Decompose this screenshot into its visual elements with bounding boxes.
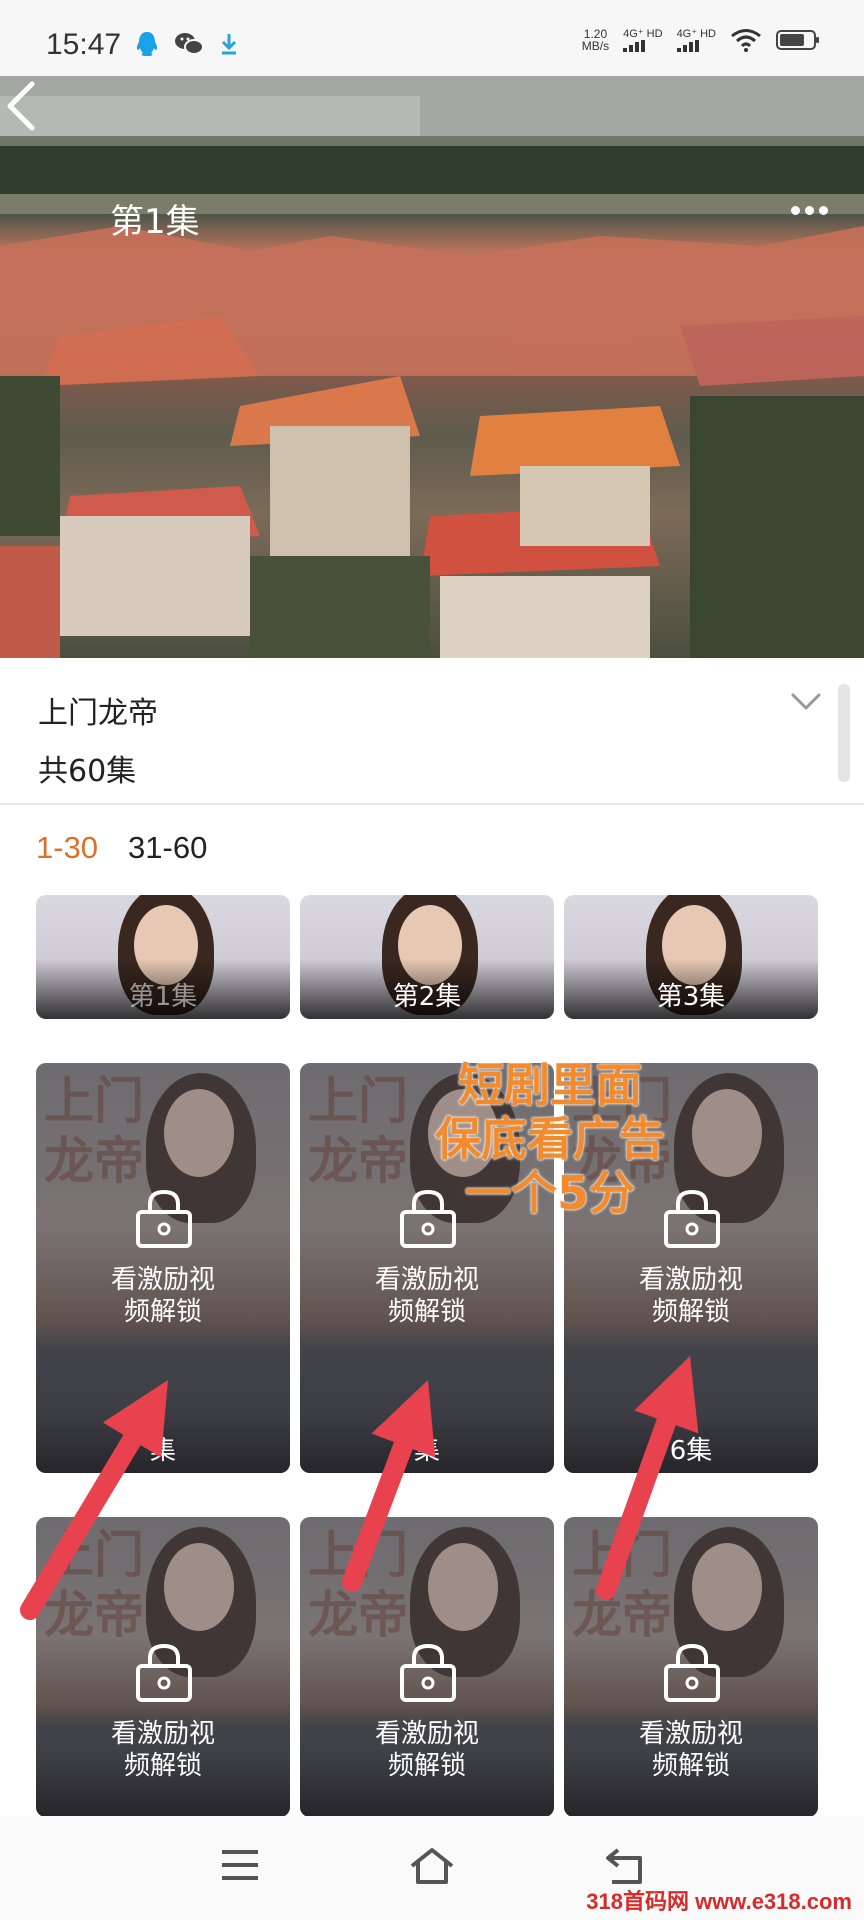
unlock-hint-line-1: 看激励视 xyxy=(110,1265,215,1295)
lock-icon xyxy=(136,1643,192,1702)
chevron-down-icon[interactable] xyxy=(790,692,822,712)
status-time: 15:47 xyxy=(46,28,122,61)
signal-bars-icon xyxy=(623,40,646,52)
scrollbar[interactable] xyxy=(838,684,850,782)
unlock-hint-line-1: 看激励视 xyxy=(110,1719,215,1749)
episode-label: 6集 xyxy=(669,1436,713,1466)
status-bar: 15:47 1.20 MB/s 4G⁺ HD 4G⁺ HD xyxy=(0,0,864,76)
signal-bars-icon xyxy=(676,40,699,52)
unlock-hint-line-2: 频解锁 xyxy=(123,1297,202,1327)
tab-range-31-60[interactable]: 31-60 xyxy=(128,830,207,866)
episode-card[interactable]: 第1集 xyxy=(36,895,290,1019)
episode-card[interactable]: 第3集 xyxy=(564,895,818,1019)
drama-title: 上门龙帝 xyxy=(38,696,158,731)
episode-label: 集 xyxy=(149,1436,176,1466)
episode-label: 第1集 xyxy=(128,982,198,1012)
download-icon xyxy=(221,34,237,55)
unlock-hint: 看激励视 频解锁 xyxy=(564,1718,818,1782)
sim2-label: 4G⁺ HD xyxy=(676,28,716,40)
episode-card[interactable]: 上门 龙帝 看激励视 频解锁集 xyxy=(36,1063,290,1473)
unlock-hint-line-2: 频解锁 xyxy=(651,1751,730,1781)
episode-count: 共60集 xyxy=(38,754,137,789)
wifi-icon xyxy=(731,29,761,52)
episode-card[interactable]: 第2集 xyxy=(300,895,554,1019)
app-root: 15:47 1.20 MB/s 4G⁺ HD 4G⁺ HD 第1集 上门龙帝 共… xyxy=(0,0,864,1920)
battery-icon xyxy=(776,30,819,50)
qq-icon xyxy=(136,32,158,56)
episode-title: 第1集 xyxy=(110,202,200,242)
notification-icons xyxy=(134,30,240,58)
unlock-hint-line-1: 看激励视 xyxy=(374,1719,479,1749)
tab-range-1-30[interactable]: 1-30 xyxy=(36,830,98,866)
lock-icon xyxy=(664,1643,720,1702)
range-tabs: 1-30 31-60 xyxy=(36,830,207,866)
status-right-icons: 1.20 MB/s 4G⁺ HD 4G⁺ HD xyxy=(582,28,819,52)
wechat-icon xyxy=(175,33,204,55)
annotation-line-3: 一个5分 xyxy=(464,1166,635,1220)
unlock-hint-line-1: 看激励视 xyxy=(638,1265,743,1295)
chevron-left-icon[interactable] xyxy=(0,76,40,136)
episode-card[interactable]: 上门 龙帝 看激励视 频解锁 xyxy=(36,1517,290,1817)
signal-sim1: 4G⁺ HD xyxy=(623,28,663,52)
battery-fill xyxy=(780,34,804,46)
promo-annotation: 短剧里面 保底看广告 一个5分 xyxy=(390,1058,710,1220)
net-speed-unit: MB/s xyxy=(581,39,610,53)
unlock-hint: 看激励视 频解锁 xyxy=(564,1264,818,1328)
unlock-hint: 看激励视 频解锁 xyxy=(300,1718,554,1782)
lock-icon xyxy=(400,1643,456,1702)
back-icon[interactable] xyxy=(604,1846,646,1886)
watermark: 318首码网 www.e318.com xyxy=(586,1889,852,1914)
menu-icon[interactable] xyxy=(220,1848,260,1882)
episode-card[interactable]: 上门 龙帝 看激励视 频解锁 xyxy=(564,1517,818,1817)
unlock-hint: 看激励视 频解锁 xyxy=(36,1718,290,1782)
unlock-hint-line-2: 频解锁 xyxy=(387,1297,466,1327)
unlock-hint-line-2: 频解锁 xyxy=(651,1297,730,1327)
episode-label: 第3集 xyxy=(656,982,726,1012)
unlock-hint-line-2: 频解锁 xyxy=(123,1751,202,1781)
unlock-hint: 看激励视 频解锁 xyxy=(300,1264,554,1328)
sim1-label: 4G⁺ HD xyxy=(623,28,663,40)
more-dots-icon[interactable] xyxy=(791,206,828,215)
net-speed: 1.20 MB/s xyxy=(582,28,609,52)
video-player[interactable]: 第1集 xyxy=(0,76,864,658)
home-icon[interactable] xyxy=(408,1846,456,1886)
annotation-line-1: 短剧里面 xyxy=(458,1058,642,1112)
lock-icon xyxy=(136,1189,192,1248)
episode-label: 集 xyxy=(413,1436,440,1466)
drama-info: 上门龙帝 共60集 xyxy=(0,658,864,803)
episode-label: 第2集 xyxy=(392,982,462,1012)
unlock-hint: 看激励视 频解锁 xyxy=(36,1264,290,1328)
unlock-hint-line-1: 看激励视 xyxy=(638,1719,743,1749)
signal-sim2: 4G⁺ HD xyxy=(676,28,716,52)
unlock-hint-line-2: 频解锁 xyxy=(387,1751,466,1781)
system-nav-bar: 318首码网 www.e318.com xyxy=(0,1816,864,1920)
video-frame-scenery xyxy=(0,76,864,658)
episode-card[interactable]: 上门 龙帝 看激励视 频解锁 xyxy=(300,1517,554,1817)
unlock-hint-line-1: 看激励视 xyxy=(374,1265,479,1295)
annotation-line-2: 保底看广告 xyxy=(435,1112,665,1166)
divider xyxy=(0,803,864,805)
